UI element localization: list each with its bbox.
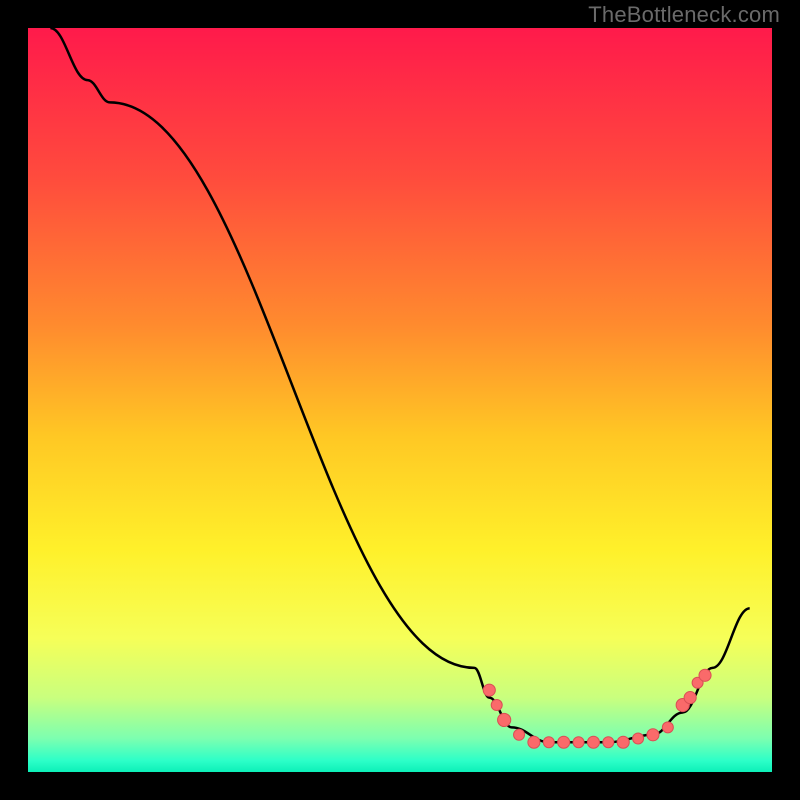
sample-dot <box>498 713 511 726</box>
sample-dot <box>543 737 554 748</box>
bottleneck-chart <box>0 0 800 800</box>
chart-stage: TheBottleneck.com <box>0 0 800 800</box>
sample-dot <box>491 700 502 711</box>
sample-dot <box>573 737 584 748</box>
sample-dot <box>528 736 540 748</box>
sample-dot <box>617 736 629 748</box>
sample-dot <box>483 684 495 696</box>
sample-dot <box>514 729 525 740</box>
sample-dot <box>647 729 659 741</box>
sample-dot <box>603 737 614 748</box>
sample-dot <box>558 736 570 748</box>
sample-dot <box>633 733 644 744</box>
sample-dot <box>587 736 599 748</box>
plot-area <box>28 28 772 772</box>
attribution-label: TheBottleneck.com <box>588 2 780 28</box>
sample-dot <box>699 669 711 681</box>
sample-dot <box>662 722 673 733</box>
sample-dot <box>684 692 696 704</box>
